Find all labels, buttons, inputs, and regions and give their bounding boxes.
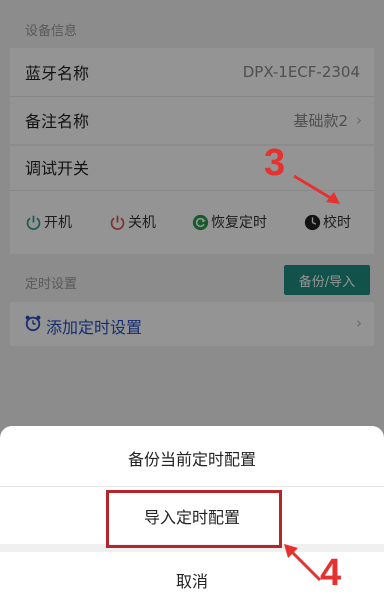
annotation-highlight-box: [106, 490, 282, 548]
backup-current-config-option[interactable]: 备份当前定时配置: [0, 430, 384, 486]
annotation-arrow-icon: [284, 544, 322, 582]
annotation-arrow-icon: [293, 174, 340, 204]
annotation-step-4: 4: [320, 552, 342, 594]
annotation-step-3: 3: [264, 142, 286, 184]
divider: [0, 486, 384, 487]
